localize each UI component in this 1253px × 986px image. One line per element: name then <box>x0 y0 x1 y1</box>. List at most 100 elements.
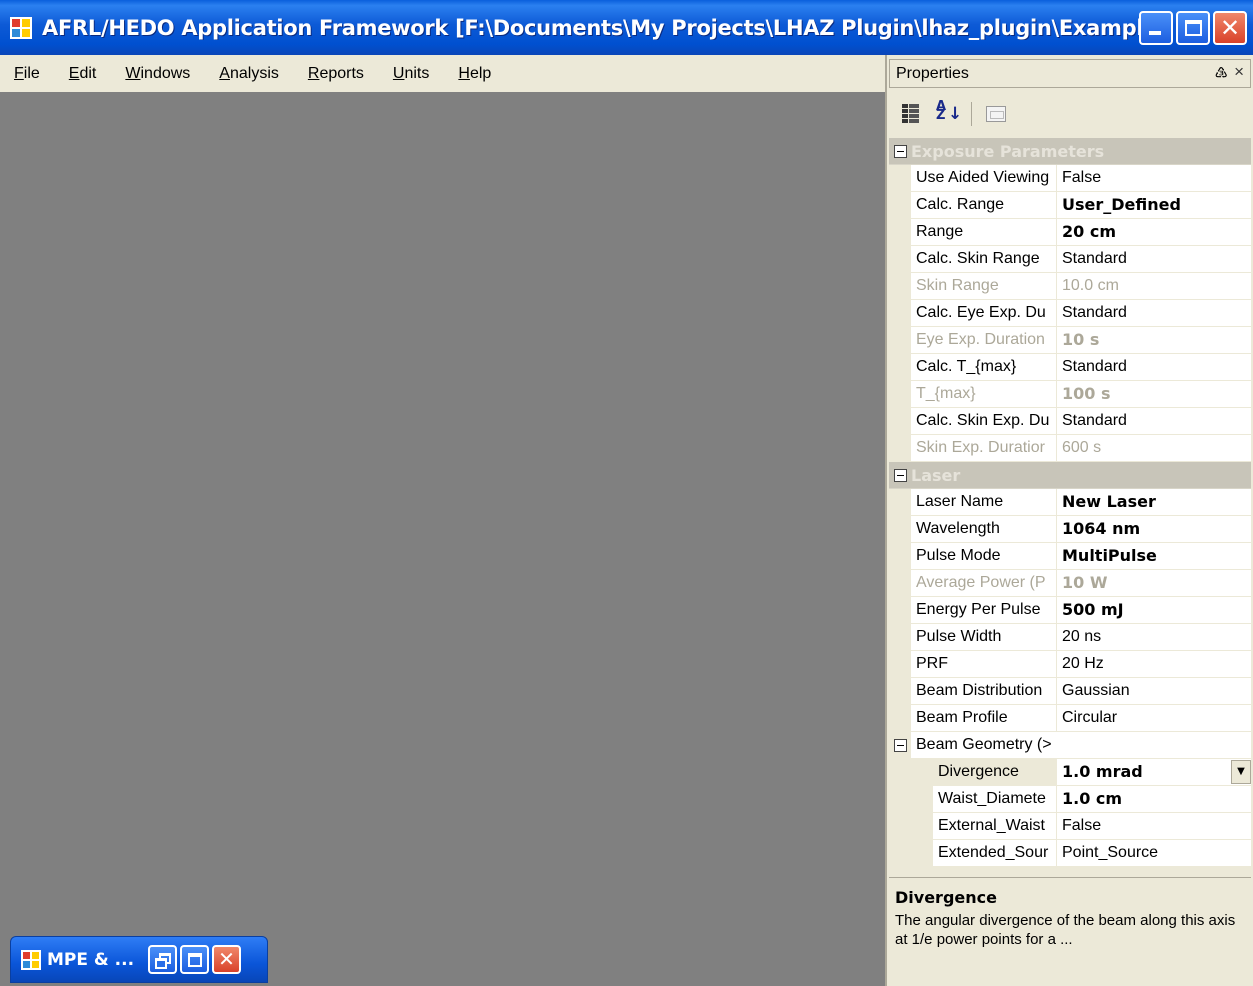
property-value[interactable]: 100 s <box>1057 381 1251 407</box>
collapse-icon[interactable] <box>893 738 907 752</box>
property-row[interactable]: PRF 20 Hz <box>889 651 1251 678</box>
property-row[interactable]: Calc. T_{max} Standard <box>889 354 1251 381</box>
property-value-text: Standard <box>1062 358 1127 375</box>
minimized-window-title: MPE & ... <box>47 949 135 970</box>
property-value[interactable]: Gaussian <box>1057 678 1251 704</box>
menu-reports[interactable]: Reports <box>308 65 364 83</box>
property-row[interactable]: Skin Range 10.0 cm <box>889 273 1251 300</box>
row-gutter <box>889 759 933 785</box>
property-row[interactable]: Energy Per Pulse 500 mJ <box>889 597 1251 624</box>
collapse-icon[interactable] <box>893 144 907 158</box>
expander <box>889 468 911 482</box>
window-controls: ✕ <box>1139 11 1247 45</box>
title-bar[interactable]: AFRL/HEDO Application Framework [F:\Docu… <box>0 0 1253 55</box>
maximize-icon <box>1185 20 1202 36</box>
property-value[interactable]: Standard <box>1057 354 1251 380</box>
property-value[interactable]: Point_Source <box>1057 840 1251 866</box>
row-gutter <box>889 381 911 407</box>
categorized-button[interactable] <box>899 102 923 126</box>
property-value[interactable]: 10.0 cm <box>1057 273 1251 299</box>
close-icon: ✕ <box>218 947 235 971</box>
property-name: Calc. Skin Range <box>911 246 1057 272</box>
collapse-icon[interactable] <box>893 468 907 482</box>
row-gutter <box>889 408 911 434</box>
property-row[interactable]: External_Waist False <box>889 813 1251 840</box>
menu-file[interactable]: File <box>14 65 40 83</box>
property-name: Pulse Mode <box>911 543 1057 569</box>
menu-windows[interactable]: Windows <box>125 65 190 83</box>
minimize-button[interactable] <box>1139 11 1173 45</box>
restore-button[interactable] <box>148 945 178 974</box>
property-row[interactable]: Calc. Skin Exp. Du Standard <box>889 408 1251 435</box>
property-value-text: 500 mJ <box>1062 600 1124 619</box>
category-laser[interactable]: Laser <box>889 462 1251 489</box>
property-value[interactable]: 20 ns <box>1057 624 1251 650</box>
property-value[interactable]: 20 cm <box>1057 219 1251 245</box>
dropdown-arrow-icon[interactable]: ▼ <box>1231 760 1251 784</box>
property-value[interactable]: New Laser <box>1057 489 1251 515</box>
property-value[interactable]: Standard <box>1057 408 1251 434</box>
property-row[interactable]: Average Power (P 10 W <box>889 570 1251 597</box>
property-name: Divergence <box>933 759 1057 785</box>
property-row[interactable]: Laser Name New Laser <box>889 489 1251 516</box>
property-value[interactable]: 10 s <box>1057 327 1251 353</box>
mdi-client-area[interactable] <box>0 92 885 986</box>
property-value[interactable]: 500 mJ <box>1057 597 1251 623</box>
property-row[interactable]: Skin Exp. Duratior 600 s <box>889 435 1251 462</box>
property-value-text: Standard <box>1062 412 1127 429</box>
close-panel-icon[interactable]: × <box>1234 62 1244 82</box>
pin-icon[interactable]: ♵ <box>1215 64 1228 82</box>
property-row[interactable]: Calc. Eye Exp. Du Standard <box>889 300 1251 327</box>
property-value[interactable]: 1064 nm <box>1057 516 1251 542</box>
properties-header: Properties ♵ × <box>889 59 1251 88</box>
menu-help[interactable]: Help <box>458 65 491 83</box>
property-name: Laser Name <box>911 489 1057 515</box>
minimized-child-window[interactable]: MPE & ... ✕ <box>10 936 268 983</box>
property-row[interactable]: Beam Profile Circular <box>889 705 1251 732</box>
alphabetical-button[interactable]: A Z ↓ <box>935 100 962 126</box>
property-row[interactable]: Wavelength 1064 nm <box>889 516 1251 543</box>
property-pages-button[interactable] <box>984 102 1008 126</box>
property-row[interactable]: Range 20 cm <box>889 219 1251 246</box>
property-value[interactable]: False <box>1057 165 1251 191</box>
property-value[interactable]: 1.0 cm <box>1057 786 1251 812</box>
child-close-button[interactable]: ✕ <box>212 945 242 974</box>
property-beam-geometry[interactable]: Beam Geometry (> <box>889 732 1251 759</box>
property-row[interactable]: Pulse Width 20 ns <box>889 624 1251 651</box>
property-row[interactable]: Pulse Mode MultiPulse <box>889 543 1251 570</box>
property-value[interactable]: False <box>1057 813 1251 839</box>
row-gutter <box>889 624 911 650</box>
property-row[interactable]: Divergence 1.0 mrad ▼ <box>889 759 1251 786</box>
property-value-text: 100 s <box>1062 384 1111 403</box>
property-row[interactable]: Extended_Sour Point_Source <box>889 840 1251 867</box>
property-name: Beam Geometry (> <box>916 736 1052 753</box>
property-value[interactable]: 20 Hz <box>1057 651 1251 677</box>
property-row[interactable]: Beam Distribution Gaussian <box>889 678 1251 705</box>
property-value-text: Point_Source <box>1062 844 1159 861</box>
property-value[interactable]: 1.0 mrad ▼ <box>1057 759 1251 785</box>
property-row[interactable]: Eye Exp. Duration 10 s <box>889 327 1251 354</box>
property-value[interactable]: Circular <box>1057 705 1251 731</box>
property-value[interactable]: Standard <box>1057 300 1251 326</box>
property-row[interactable]: Use Aided Viewing False <box>889 165 1251 192</box>
row-gutter <box>889 246 911 272</box>
property-value[interactable]: 600 s <box>1057 435 1251 461</box>
property-value[interactable]: 10 W <box>1057 570 1251 596</box>
property-value[interactable]: MultiPulse <box>1057 543 1251 569</box>
property-name: Beam Profile <box>911 705 1057 731</box>
property-row[interactable]: T_{max} 100 s <box>889 381 1251 408</box>
menu-units[interactable]: Units <box>393 65 429 83</box>
property-row[interactable]: Calc. Range User_Defined <box>889 192 1251 219</box>
close-button[interactable]: ✕ <box>1213 11 1247 45</box>
property-row[interactable]: Waist_Diamete 1.0 cm <box>889 786 1251 813</box>
child-maximize-button[interactable] <box>180 945 210 974</box>
property-value[interactable]: User_Defined <box>1057 192 1251 218</box>
property-value[interactable]: Standard <box>1057 246 1251 272</box>
row-gutter <box>889 300 911 326</box>
property-row[interactable]: Calc. Skin Range Standard <box>889 246 1251 273</box>
maximize-button[interactable] <box>1176 11 1210 45</box>
menu-analysis[interactable]: Analysis <box>219 65 279 83</box>
property-name: T_{max} <box>911 381 1057 407</box>
category-exposure-parameters[interactable]: Exposure Parameters <box>889 138 1251 165</box>
menu-edit[interactable]: Edit <box>69 65 97 83</box>
